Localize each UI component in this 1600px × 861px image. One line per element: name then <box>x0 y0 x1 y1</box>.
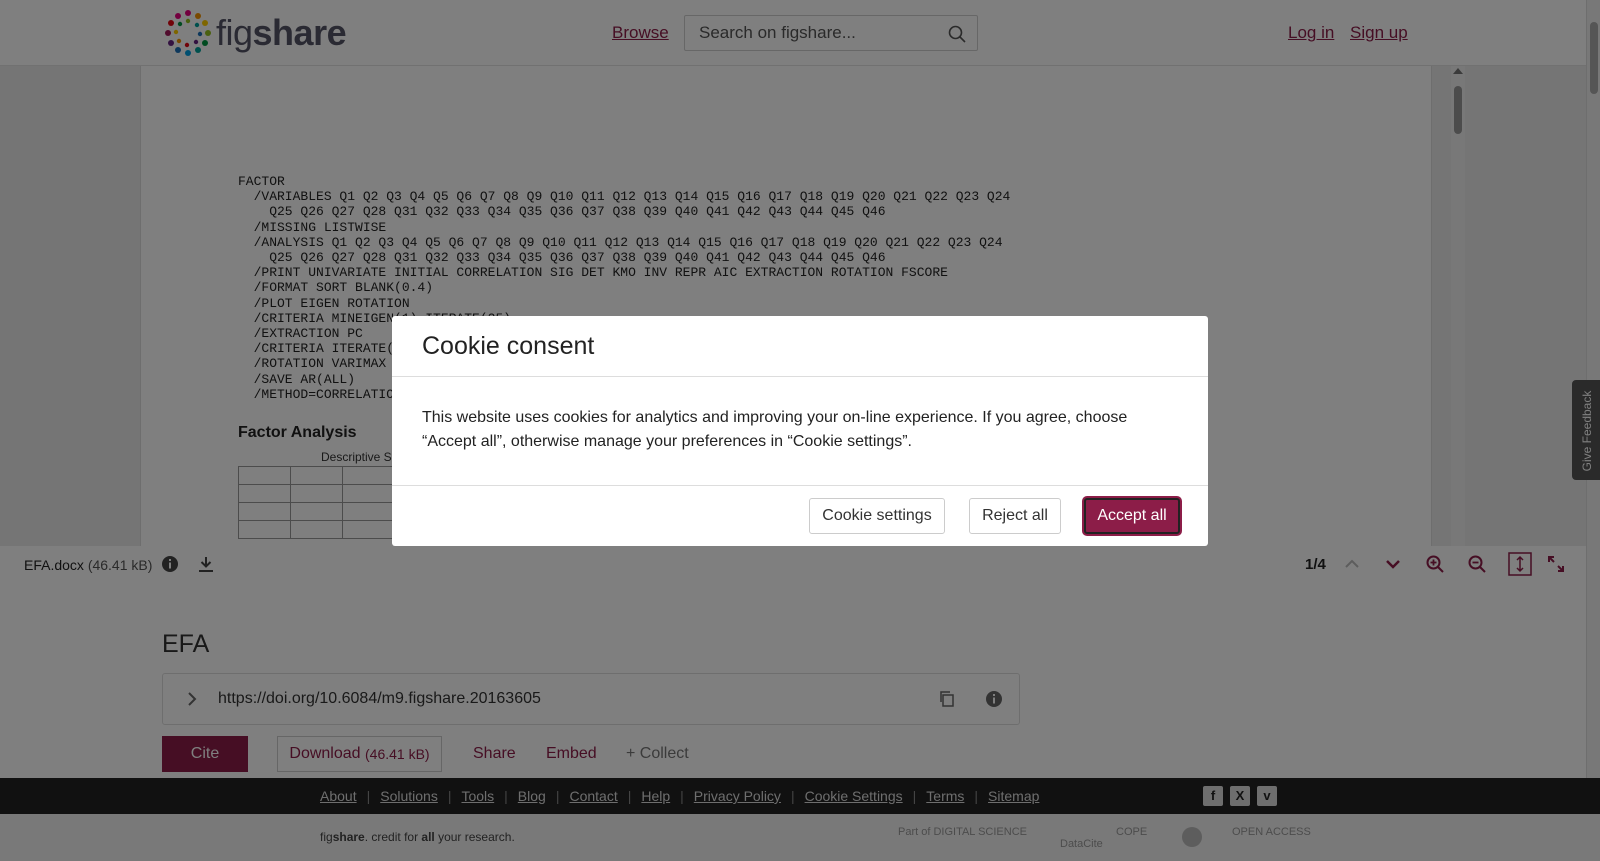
cookie-dialog-title: Cookie consent <box>422 332 595 360</box>
cookie-dialog-body: This website uses cookies for analytics … <box>422 409 1128 450</box>
reject-all-button[interactable]: Reject all <box>969 498 1061 534</box>
cookie-settings-button[interactable]: Cookie settings <box>809 498 945 534</box>
accept-all-button[interactable]: Accept all <box>1084 498 1180 534</box>
cookie-consent-dialog: Cookie consent This website uses cookies… <box>392 316 1208 546</box>
divider <box>392 485 1208 486</box>
divider <box>392 376 1208 377</box>
